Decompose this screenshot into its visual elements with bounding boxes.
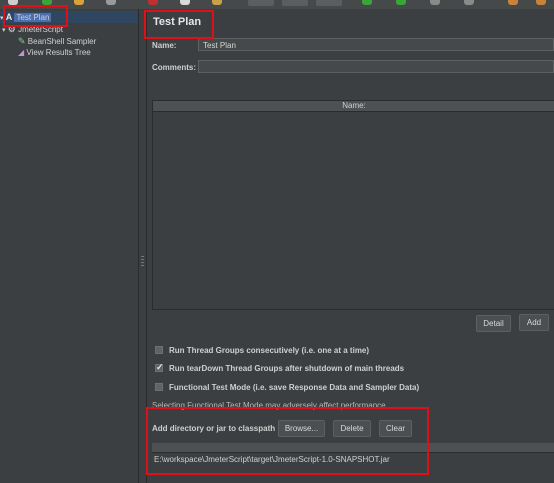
option-label: Functional Test Mode (i.e. save Response… xyxy=(169,383,420,392)
checkbox[interactable] xyxy=(155,382,163,391)
splitter-grip-icon[interactable] xyxy=(141,256,144,268)
name-field[interactable]: Test Plan xyxy=(198,38,554,51)
tree-item-view-results-tree[interactable]: ◢ View Results Tree xyxy=(18,47,91,59)
option-run-consecutively[interactable]: Run Thread Groups consecutively (i.e. on… xyxy=(155,345,369,357)
checkbox[interactable] xyxy=(155,345,163,354)
paste-icon[interactable] xyxy=(212,0,222,5)
option-functional-mode[interactable]: Functional Test Mode (i.e. save Response… xyxy=(155,382,419,394)
option-label: Run tearDown Thread Groups after shutdow… xyxy=(169,364,405,373)
comments-field[interactable] xyxy=(198,60,554,73)
checkbox[interactable] xyxy=(155,361,164,373)
listener-chart-icon: ◢ xyxy=(18,48,25,57)
name-label: Name: xyxy=(152,41,177,50)
sampler-pen-icon: ✎ xyxy=(18,36,26,46)
tree-item-beanshell-sampler[interactable]: ✎ BeanShell Sampler xyxy=(18,35,96,47)
stop-icon[interactable] xyxy=(430,0,440,5)
shutdown-icon[interactable] xyxy=(464,0,474,5)
start-icon[interactable] xyxy=(362,0,372,5)
cut-icon[interactable] xyxy=(148,0,158,5)
comments-label: Comments: xyxy=(152,63,197,72)
add-button[interactable]: Add xyxy=(519,314,549,331)
test-tree: ▾ A Test Plan ▾ ⚙ JmeterScript ✎ BeanShe… xyxy=(0,9,139,483)
collapse-button[interactable] xyxy=(282,0,308,6)
copy-icon[interactable] xyxy=(180,0,190,5)
clear-icon[interactable] xyxy=(508,0,518,5)
open-icon[interactable] xyxy=(74,0,84,5)
start-no-pause-icon[interactable] xyxy=(396,0,406,5)
option-label: Run Thread Groups consecutively (i.e. on… xyxy=(169,346,370,355)
collapse-arrow-icon[interactable]: ▾ xyxy=(2,27,6,34)
tree-item-label: BeanShell Sampler xyxy=(27,37,97,46)
detail-button[interactable]: Detail xyxy=(476,315,511,332)
annotation-box-title xyxy=(144,10,214,39)
expand-button[interactable] xyxy=(248,0,274,6)
tree-item-label: View Results Tree xyxy=(26,48,91,57)
annotation-box-classpath xyxy=(146,407,429,475)
table-header-name[interactable]: Name: xyxy=(153,101,554,112)
save-icon[interactable] xyxy=(106,0,116,5)
user-variables-table[interactable]: Name: xyxy=(152,100,554,310)
toggle-button[interactable] xyxy=(316,0,342,6)
clear-all-icon[interactable] xyxy=(536,0,546,5)
option-run-teardown[interactable]: Run tearDown Thread Groups after shutdow… xyxy=(155,361,405,375)
annotation-box-tree xyxy=(3,5,68,27)
